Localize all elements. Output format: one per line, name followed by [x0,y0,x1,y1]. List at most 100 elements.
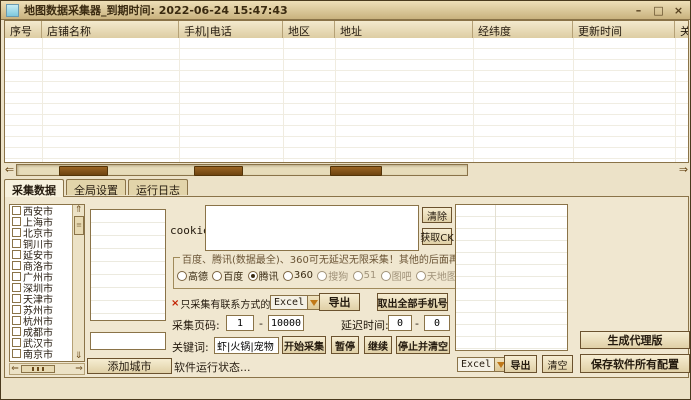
contact-only-checkbox[interactable]: × 只采集有联系方式的 [171,294,270,312]
checkbox-icon[interactable] [12,217,21,226]
checkbox-check-icon: × [171,298,179,309]
phone-result-listbox[interactable] [455,204,568,351]
continue-button[interactable]: 继续 [364,336,392,354]
pause-button[interactable]: 暂停 [331,336,359,354]
city-label: 南京市 [23,346,53,361]
tab-0[interactable]: 采集数据 [4,179,64,197]
keyword-input[interactable] [214,337,279,354]
checkbox-icon[interactable] [12,316,21,325]
extract-phones-button[interactable]: 取出全部手机号 [377,293,448,311]
start-collect-button[interactable]: 开始采集 [282,336,326,354]
title-bar: 地图数据采集器_到期时间: 2022-06-24 15:47:43 – □ × [1,1,690,20]
radio-icon [317,271,327,281]
delay-to-input[interactable] [424,315,450,331]
page-from-input[interactable] [226,315,254,331]
checkbox-icon[interactable] [12,338,21,347]
save-config-button[interactable]: 保存软件所有配置 [580,354,690,373]
phone-format-dropdown[interactable]: Excel [457,357,508,372]
radio-icon [283,271,293,281]
checkbox-icon[interactable] [12,294,21,303]
checkbox-icon[interactable] [12,272,21,281]
column-header[interactable]: 地址 [335,21,473,38]
scroll-up-icon[interactable]: ⇑ [73,205,84,215]
scrollbar-thumb[interactable] [194,166,243,176]
radio-icon [353,271,363,281]
page-to-input[interactable] [268,315,304,331]
list-column-divider [495,205,496,350]
radio-腾讯[interactable]: 腾讯 [248,268,279,283]
column-header[interactable]: 店铺名称 [42,21,179,38]
cookie-clear-button[interactable]: 清除 [422,207,452,223]
new-city-input[interactable] [90,332,166,350]
collect-data-panel: 西安市上海市北京市铜川市延安市商洛市广州市深圳市天津市苏州市杭州市成都市武汉市南… [4,196,689,378]
export-format-dropdown[interactable]: Excel [270,295,321,310]
map-source-group: 百度、腾讯(数据最全)、360可无延迟无限采集！其他的后面再加！ 高德百度腾讯3… [173,257,460,289]
scroll-right-icon[interactable]: ⇒ [677,163,690,177]
scrollbar-thumb[interactable]: ≡ [74,216,84,235]
checkbox-icon[interactable] [12,305,21,314]
app-icon [6,4,19,17]
city-list[interactable]: 西安市上海市北京市铜川市延安市商洛市广州市深圳市天津市苏州市杭州市成都市武汉市南… [9,204,85,362]
column-header[interactable]: 序号 [5,21,42,38]
radio-icon [177,271,187,281]
checkbox-icon[interactable] [12,206,21,215]
radio-icon [212,271,222,281]
page-range-dash: - [259,317,263,330]
table-header-row: 序号店铺名称手机|电话地区地址经纬度更新时间关键词 [5,21,688,39]
delay-from-input[interactable] [388,315,412,331]
checkbox-icon[interactable] [12,228,21,237]
checkbox-icon[interactable] [12,349,21,358]
results-table: 序号店铺名称手机|电话地区地址经纬度更新时间关键词 [4,20,689,163]
radio-360[interactable]: 360 [283,268,313,283]
scrollbar-track[interactable] [16,164,468,176]
maximize-button[interactable]: □ [652,4,665,17]
radio-天地图: 天地图 [416,268,457,283]
checkbox-icon[interactable] [12,261,21,270]
window-title: 地图数据采集器_到期时间: 2022-06-24 15:47:43 [24,2,288,18]
cookie-textarea[interactable] [205,205,419,251]
scroll-left-icon[interactable]: ⇐ [3,163,16,177]
scrollbar-thumb[interactable] [21,365,55,373]
radio-icon [248,271,258,281]
checkbox-icon[interactable] [12,239,21,248]
phone-format-value: Excel [458,359,494,370]
radio-搜狗: 搜狗 [317,268,348,283]
contact-only-label: 只采集有联系方式的 [180,296,270,311]
cookie-get-button[interactable]: 获取CK [422,228,452,245]
tab-2[interactable]: 运行日志 [128,179,188,195]
scrollbar-thumb[interactable] [59,166,108,176]
phone-clear-button[interactable]: 清空 [542,355,573,373]
scroll-left-icon[interactable]: ⇐ [10,364,20,374]
column-header[interactable]: 手机|电话 [179,21,283,38]
column-header[interactable]: 更新时间 [573,21,675,38]
checkbox-icon[interactable] [12,250,21,259]
scroll-right-icon[interactable]: ⇒ [74,364,84,374]
export-button[interactable]: 导出 [319,293,360,311]
column-header[interactable]: 地区 [283,21,335,38]
delay-dash: - [415,317,419,330]
add-city-button[interactable]: 添加城市 [87,358,172,374]
keyword-label: 关键词: [172,339,209,355]
minimize-button[interactable]: – [632,4,645,17]
tab-1[interactable]: 全局设置 [66,179,126,195]
page-range-label: 采集页码: [172,317,220,333]
status-text: 软件运行状态... [174,359,251,375]
phone-export-button[interactable]: 导出 [504,355,537,373]
scrollbar-thumb[interactable] [330,166,382,176]
radio-百度[interactable]: 百度 [212,268,243,283]
radio-高德[interactable]: 高德 [177,268,208,283]
column-header[interactable]: 关键词 [675,21,689,38]
checkbox-icon[interactable] [12,283,21,292]
radio-51: 51 [353,268,377,283]
city-list-vertical-scrollbar[interactable]: ⇑ ≡ ⇓ [72,205,84,361]
close-button[interactable]: × [672,4,685,17]
table-body[interactable] [5,38,688,162]
generate-proxy-button[interactable]: 生成代理版 [580,331,690,349]
column-header[interactable]: 经纬度 [473,21,573,38]
scroll-down-icon[interactable]: ⇓ [73,351,84,361]
city-list-horizontal-scrollbar[interactable]: ⇐ ⇒ [9,363,85,375]
checkbox-icon[interactable] [12,327,21,336]
city-item[interactable]: 南京市 [10,348,73,359]
selected-city-listbox[interactable] [90,209,166,321]
stop-clear-button[interactable]: 停止并清空 [396,336,450,354]
